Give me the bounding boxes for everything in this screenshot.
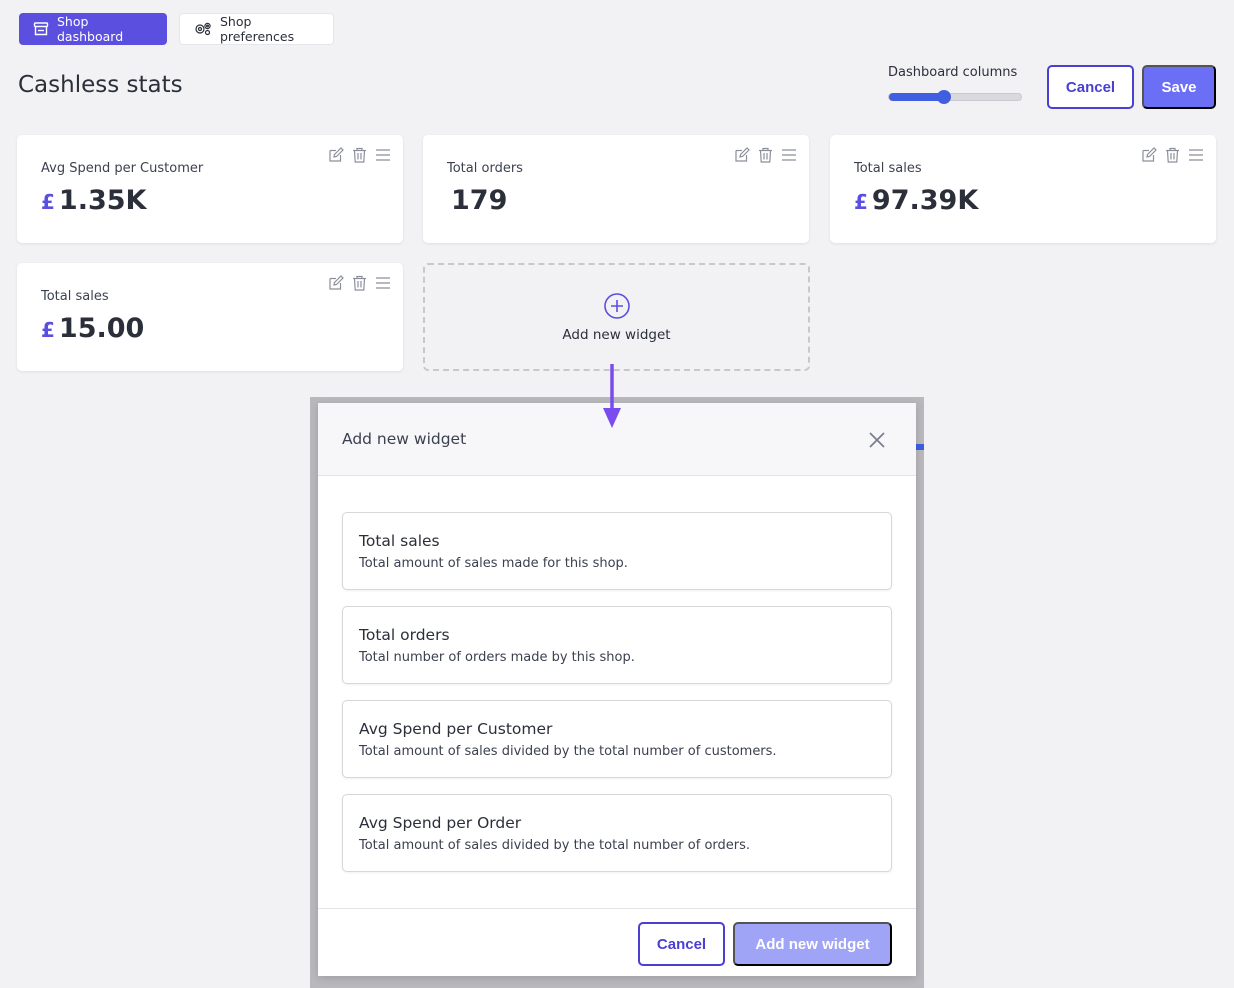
add-new-widget-label: Add new widget	[562, 327, 671, 343]
slider-fill	[889, 93, 945, 101]
drag-handle-icon[interactable]	[375, 147, 391, 163]
backdrop-content	[916, 444, 924, 450]
add-new-widget-button[interactable]: Add new widget	[733, 922, 892, 966]
dashboard-columns-slider[interactable]	[888, 90, 1022, 104]
widget-option-total-sales[interactable]: Total sales Total amount of sales made f…	[342, 512, 892, 590]
widget-value: 179	[447, 185, 507, 216]
value-text: 97.39K	[871, 185, 979, 216]
edit-icon[interactable]	[734, 147, 750, 163]
widget-tools	[1141, 147, 1204, 163]
trash-icon[interactable]	[1165, 147, 1180, 163]
edit-icon[interactable]	[328, 147, 344, 163]
tab-label: Shop preferences	[220, 14, 295, 44]
widget-option-avg-spend-per-order[interactable]: Avg Spend per Order Total amount of sale…	[342, 794, 892, 872]
modal-cancel-button[interactable]: Cancel	[638, 922, 725, 966]
trash-icon[interactable]	[758, 147, 773, 163]
edit-icon[interactable]	[1141, 147, 1157, 163]
option-description: Total amount of sales divided by the tot…	[359, 744, 777, 759]
value-text: 1.35K	[58, 185, 147, 216]
value-text: 15.00	[58, 313, 145, 344]
backdrop-content	[916, 514, 924, 528]
add-new-widget-tile[interactable]: Add new widget	[423, 263, 810, 371]
widget-value: £ 15.00	[41, 313, 144, 344]
widget-label: Avg Spend per Customer	[41, 161, 204, 176]
option-title: Total orders	[359, 626, 450, 644]
tab-shop-dashboard[interactable]: Shop dashboard	[19, 13, 167, 45]
drag-handle-icon[interactable]	[1188, 147, 1204, 163]
widget-tools	[328, 147, 391, 163]
widget-tools	[734, 147, 797, 163]
drag-handle-icon[interactable]	[375, 275, 391, 291]
widget-value: £ 97.39K	[854, 185, 978, 216]
add-widget-modal: Add new widget Total sales Total amount …	[318, 403, 916, 976]
widget-total-sales: Total sales £ 97.39K	[830, 135, 1216, 243]
tab-label: Shop dashboard	[57, 14, 124, 44]
widget-option-avg-spend-per-customer[interactable]: Avg Spend per Customer Total amount of s…	[342, 700, 892, 778]
modal-footer: Cancel Add new widget	[318, 908, 916, 976]
modal-title: Add new widget	[342, 430, 467, 448]
option-title: Avg Spend per Order	[359, 814, 522, 832]
widget-label: Total sales	[41, 289, 109, 304]
save-button[interactable]: Save	[1142, 65, 1216, 109]
slider-thumb[interactable]	[937, 90, 952, 104]
currency-symbol: £	[41, 318, 55, 342]
settings-icon	[195, 22, 211, 36]
widget-value: £ 1.35K	[41, 185, 146, 216]
edit-icon[interactable]	[328, 275, 344, 291]
option-description: Total number of orders made by this shop…	[359, 650, 635, 665]
cancel-button[interactable]: Cancel	[1047, 65, 1134, 109]
widget-tools	[328, 275, 391, 291]
widget-label: Total orders	[447, 161, 523, 176]
annotation-arrow-icon	[603, 364, 621, 428]
widget-label: Total sales	[854, 161, 922, 176]
widget-avg-spend-per-customer: Avg Spend per Customer £ 1.35K	[17, 135, 403, 243]
tab-shop-preferences[interactable]: Shop preferences	[179, 13, 334, 45]
currency-symbol: £	[854, 190, 868, 214]
option-description: Total amount of sales made for this shop…	[359, 556, 628, 571]
page-title: Cashless stats	[18, 72, 183, 98]
widget-option-total-orders[interactable]: Total orders Total number of orders made…	[342, 606, 892, 684]
plus-circle-icon	[604, 293, 630, 319]
value-text: 179	[451, 185, 508, 216]
widget-total-orders: Total orders 179	[423, 135, 809, 243]
trash-icon[interactable]	[352, 147, 367, 163]
close-icon[interactable]	[868, 431, 886, 449]
trash-icon[interactable]	[352, 275, 367, 291]
drag-handle-icon[interactable]	[781, 147, 797, 163]
widget-total-sales-2: Total sales £ 15.00	[17, 263, 403, 371]
currency-symbol: £	[41, 190, 55, 214]
option-title: Avg Spend per Customer	[359, 720, 553, 738]
backdrop-content	[916, 420, 924, 434]
option-description: Total amount of sales divided by the tot…	[359, 838, 751, 853]
shop-icon	[33, 22, 49, 36]
dashboard-columns-label: Dashboard columns	[888, 65, 1018, 80]
option-title: Total sales	[359, 532, 440, 550]
